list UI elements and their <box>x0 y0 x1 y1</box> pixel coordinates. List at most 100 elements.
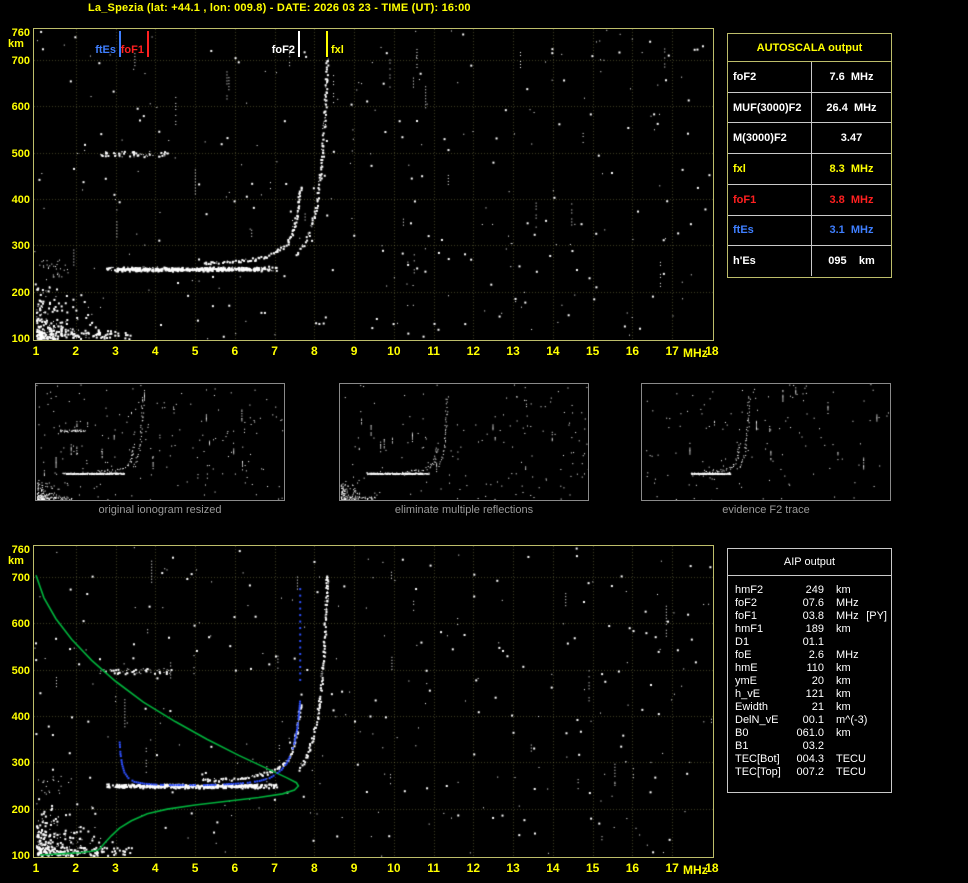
autoscala-table-header: AUTOSCALA output <box>728 34 891 62</box>
aip-row-value: 2.6 <box>808 649 824 661</box>
autoscala-row-label: fxl <box>728 154 812 184</box>
y-tick-label: 700 <box>11 572 30 585</box>
autoscala-row-value: 3.1 MHz <box>829 224 874 237</box>
autoscala-row-label: M(3000)F2 <box>728 123 812 154</box>
aip-row-value: 20 <box>811 675 824 687</box>
aip-row-value: 249 <box>805 584 824 596</box>
aip-row-unit: km <box>836 727 851 739</box>
aip-row-label: foF1 <box>735 610 758 622</box>
x-tick-label: 9 <box>350 344 358 358</box>
autoscala-row-h'Es: h'Es 095 km <box>728 245 891 277</box>
y-tick-label: 500 <box>11 147 30 160</box>
y-tick-label: 400 <box>11 194 30 206</box>
aip-row-value: 07.6 <box>802 597 824 609</box>
aip-row-label: hmF2 <box>735 584 764 596</box>
x-axis-unit-label: MHz <box>683 863 708 877</box>
aip-row-label: B0 <box>735 727 749 739</box>
aip-row-label: D1 <box>735 636 750 648</box>
x-tick-label: 11 <box>427 861 440 875</box>
y-tick-label: 200 <box>11 286 30 299</box>
x-tick-label: 6 <box>231 344 239 358</box>
aip-row-TEC[Top]: TEC[Top] 007.2 TECU <box>728 766 891 779</box>
x-tick-label: 4 <box>151 861 159 875</box>
x-tick-label: 7 <box>271 344 278 358</box>
autoscala-row-M(3000)F2: M(3000)F2 3.47 <box>728 122 891 154</box>
aip-row-value: 01.1 <box>802 636 824 648</box>
marker-foF1-bar <box>147 31 149 57</box>
bottom-ionogram-canvas <box>34 546 713 857</box>
top-ionogram-canvas <box>34 29 713 340</box>
x-tick-label: 11 <box>427 344 440 358</box>
autoscala-row-label: foF2 <box>728 62 812 92</box>
thumbnail-original-canvas <box>36 384 284 500</box>
aip-row-Ewidth: Ewidth 21 km <box>728 701 891 714</box>
x-tick-label: 6 <box>231 861 239 875</box>
aip-row-unit: TECU <box>836 766 866 778</box>
aip-row-unit: km <box>836 701 851 713</box>
x-tick-label: 5 <box>191 344 199 358</box>
autoscala-table-rows: foF2 7.6 MHz MUF(3000)F2 26.4 MHz M(3000)F2 3… <box>728 62 891 277</box>
x-tick-label: 13 <box>506 344 520 358</box>
x-tick-label: 14 <box>546 861 560 875</box>
aip-row-label: hmF1 <box>735 623 764 635</box>
autoscala-row-label: ftEs <box>728 215 812 246</box>
aip-row-label: Ewidth <box>735 701 769 713</box>
x-tick-label: 9 <box>350 861 358 875</box>
aip-row-hmF1: hmF1 189 km <box>728 623 891 636</box>
thumbnail-caption-eliminate: eliminate multiple reflections <box>394 504 534 516</box>
y-tick-label: 500 <box>11 664 30 677</box>
aip-row-unit <box>824 636 836 649</box>
aip-row-value: 121 <box>805 688 824 700</box>
x-tick-label: 8 <box>310 344 318 358</box>
y-tick-label: 200 <box>11 803 30 816</box>
thumbnail-eliminate-canvas <box>340 384 588 500</box>
x-tick-label: 7 <box>271 861 278 875</box>
marker-foF2-label: foF2 <box>271 44 295 56</box>
bottom-ionogram-plot <box>33 545 714 858</box>
aip-row-value: 061.0 <box>796 727 824 739</box>
page-title: La_Spezia (lat: +44.1 , lon: 009.8) - DA… <box>88 2 471 14</box>
autoscala-row-value: 8.3 MHz <box>829 163 874 176</box>
x-tick-label: 3 <box>112 861 119 875</box>
x-tick-label: 12 <box>466 344 481 358</box>
aip-row-hmF2: hmF2 249 km <box>728 584 891 597</box>
aip-row-label: hmE <box>735 662 758 674</box>
x-tick-label: 16 <box>625 861 640 875</box>
x-tick-label: 1 <box>32 344 40 358</box>
x-tick-label: 4 <box>151 344 159 358</box>
x-tick-label: 10 <box>387 344 401 358</box>
autoscala-row-label: h'Es <box>728 246 812 277</box>
aip-row-value: 21 <box>811 701 824 713</box>
marker-fxl-label: fxl <box>331 44 344 56</box>
aip-row-label: TEC[Bot] <box>735 753 780 765</box>
aip-row-label: B1 <box>735 740 749 752</box>
aip-row-label: h_vE <box>735 688 761 700</box>
x-tick-label: 12 <box>466 861 481 875</box>
y-tick-label: 600 <box>11 101 30 114</box>
marker-foF1-label: foF1 <box>120 44 144 56</box>
aip-row-unit: km <box>836 662 851 674</box>
y-tick-label: 300 <box>11 757 30 770</box>
autoscala-row-value: 3.8 MHz <box>829 193 874 206</box>
autoscala-row-value: 095 km <box>828 255 875 268</box>
aip-row-unit: MHz <box>836 649 859 661</box>
aip-row-unit: km <box>836 623 851 635</box>
aip-output-table: AIP output hmF2 249 km foF2 07.6 MHz foF1 03.8 M… <box>727 548 892 793</box>
aip-row-foF2: foF2 07.6 MHz <box>728 597 891 610</box>
aip-row-unit: MHz <box>836 610 859 622</box>
autoscala-row-value: 26.4 MHz <box>826 101 877 114</box>
aip-row-foF1: foF1 03.8 MHz [PY] <box>728 610 891 623</box>
y-axis-unit-label: km <box>8 555 24 567</box>
autoscala-row-value: 7.6 MHz <box>829 70 874 83</box>
thumbnail-caption-evidence: evidence F2 trace <box>722 504 810 516</box>
marker-fxl-bar <box>326 31 328 57</box>
aip-row-unit <box>824 740 836 753</box>
x-tick-label: 1 <box>32 861 40 875</box>
aip-row-value: 007.2 <box>796 766 824 778</box>
x-tick-label: 15 <box>585 861 600 875</box>
aip-row-value: 110 <box>806 662 824 674</box>
aip-row-hmE: hmE 110 km <box>728 662 891 675</box>
x-tick-label: 2 <box>72 861 80 875</box>
x-tick-label: 16 <box>625 344 640 358</box>
aip-row-label: DelN_vE <box>735 714 779 726</box>
